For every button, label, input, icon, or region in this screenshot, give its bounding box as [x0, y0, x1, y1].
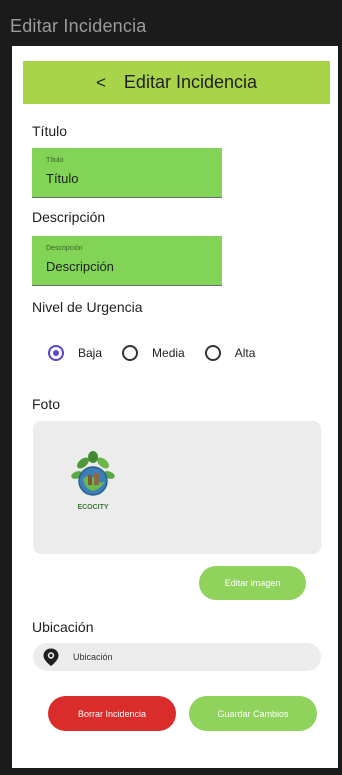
title-field[interactable]: Título Título — [32, 148, 222, 198]
description-field-floating-label: Descripción — [46, 245, 83, 252]
radio-baja[interactable]: Baja — [48, 345, 102, 361]
radio-checked-icon — [48, 345, 64, 361]
description-field-value: Descripción — [46, 259, 114, 274]
save-changes-button[interactable]: Guardar Cambios — [189, 696, 317, 731]
radio-media[interactable]: Media — [122, 345, 185, 361]
radio-unchecked-icon — [204, 345, 221, 361]
description-field[interactable]: Descripción Descripción — [32, 236, 222, 286]
back-icon[interactable]: < — [96, 74, 106, 91]
radio-alta[interactable]: Alta — [204, 345, 256, 361]
logo-text: ECOCITY — [77, 504, 108, 511]
edit-image-button[interactable]: Editar imagen — [199, 566, 306, 600]
location-pin-icon — [43, 648, 59, 666]
photo-preview[interactable]: ECOCITY — [33, 421, 321, 554]
ecocity-logo: ECOCITY — [71, 451, 115, 511]
radio-alta-label: Alta — [234, 346, 256, 360]
title-field-value: Título — [46, 171, 79, 186]
title-field-floating-label: Título — [46, 157, 64, 164]
urgency-radio-group: Baja Media Alta — [48, 342, 255, 364]
toolbar-title: Editar Incidencia — [123, 72, 257, 92]
title-section-label: Título — [32, 123, 68, 139]
radio-baja-label: Baja — [78, 346, 103, 360]
radio-media-label: Media — [152, 346, 185, 360]
app-window: Editar Incidencia < Editar Incidencia Tí… — [0, 0, 342, 775]
location-field[interactable]: Ubicación — [33, 643, 321, 671]
location-section-label: Ubicación — [32, 619, 94, 635]
edit-incident-screen: < Editar Incidencia Título Título Título… — [12, 46, 338, 768]
delete-incident-button[interactable]: Borrar Incidencia — [48, 696, 176, 731]
photo-section-label: Foto — [32, 396, 61, 412]
top-toolbar: < Editar Incidencia — [23, 61, 330, 104]
window-title: Editar Incidencia — [10, 16, 147, 36]
location-placeholder: Ubicación — [73, 652, 113, 662]
description-section-label: Descripción — [32, 209, 106, 225]
radio-unchecked-icon — [122, 345, 139, 361]
urgency-section-label: Nivel de Urgencia — [32, 299, 143, 315]
